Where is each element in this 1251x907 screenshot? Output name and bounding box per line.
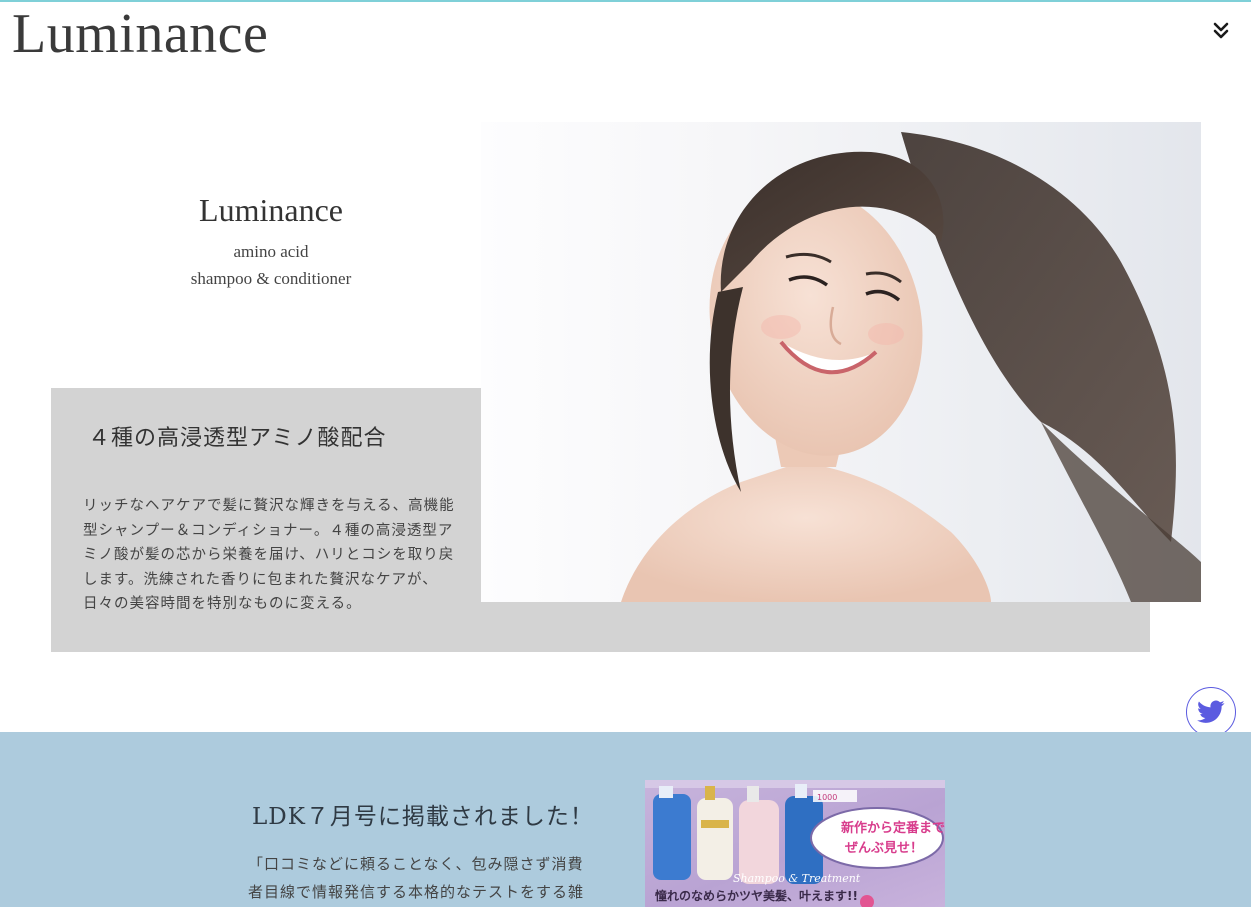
double-chevron-down-icon: [1213, 22, 1229, 39]
press-heading: LDK７月号に掲載されました！: [252, 804, 594, 830]
feature-description: リッチなヘアケアで髪に贅沢な輝きを与える、高機能型シャンプー＆コンディショナー。…: [83, 498, 455, 612]
site-logo[interactable]: Luminance: [12, 2, 268, 66]
magazine-feature-image[interactable]: 1000 新作から定番まで ぜんぶ見せ！ Shampoo & Treatment…: [645, 780, 945, 907]
press-section: [0, 732, 1251, 907]
hero-photo: [481, 122, 1201, 602]
brand-title: Luminance: [199, 192, 343, 228]
menu-button[interactable]: [1208, 18, 1234, 44]
brand-subtitle-line2: shampoo & conditioner: [190, 269, 352, 288]
bubble-line2-text: ぜんぶ見せ！: [845, 841, 923, 856]
twitter-icon: [1197, 700, 1225, 723]
script-text: Shampoo & Treatment: [733, 872, 861, 885]
tagline-text: 憧れのなめらかツヤ美髪、叶えます!!: [655, 888, 858, 903]
twitter-button[interactable]: [1186, 687, 1236, 737]
press-description: 「口コミなどに頼ることなく、包み隠さず消費者目線で情報発信する本格的なテストをす…: [248, 855, 585, 901]
bubble-line1-text: 新作から定番まで: [841, 820, 945, 836]
smiling-woman-photo: [621, 132, 1201, 602]
feature-heading: ４種の高浸透型アミノ酸配合: [88, 426, 387, 451]
price-tag-text: 1000: [817, 793, 837, 802]
brand-subtitle-line1: amino acid: [233, 242, 309, 261]
magazine-clipping-illustration: 1000 新作から定番まで ぜんぶ見せ！ Shampoo & Treatment…: [645, 780, 945, 907]
